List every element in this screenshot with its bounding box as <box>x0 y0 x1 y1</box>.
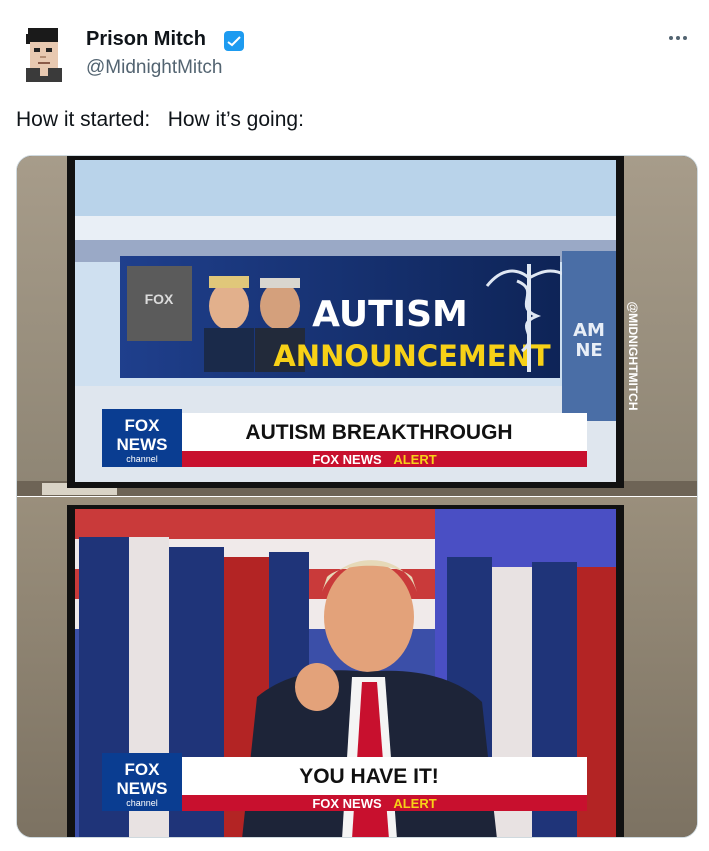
author-handle[interactable]: @MidnightMitch <box>86 56 223 80</box>
side-screen-text-2: NE <box>575 340 602 361</box>
alert-word-bottom: ALERT <box>393 796 436 811</box>
tweet-media[interactable]: FOX AUTISM ANNOUNCEMENT AM NE FOX NEWS c… <box>16 155 698 838</box>
fox-logo-channel-bottom: channel <box>126 798 158 808</box>
verified-badge-icon <box>223 30 245 52</box>
fox-logo-fox: FOX <box>125 416 161 435</box>
fox-logo-news: NEWS <box>117 435 168 454</box>
media-photo-bottom[interactable]: FOX NEWS channel YOU HAVE IT! FOX NEWS A… <box>17 497 697 837</box>
more-options-icon[interactable] <box>663 28 693 48</box>
pixel-avatar-icon <box>26 28 62 82</box>
fox-logo-news-bottom: NEWS <box>117 779 168 798</box>
fox-logo-channel: channel <box>126 454 158 464</box>
alert-word: ALERT <box>393 452 436 467</box>
avatar[interactable] <box>20 26 68 82</box>
studio-logo: FOX <box>145 291 174 307</box>
alert-source-bottom: FOX NEWS <box>312 796 382 811</box>
tweet-text: How it started: How it’s going: <box>16 108 304 131</box>
chyron-headline-bottom: YOU HAVE IT! <box>299 765 439 788</box>
watermark: @MIDNIGHTMITCH <box>626 301 640 410</box>
headline-line1: AUTISM <box>312 294 468 335</box>
side-screen-text-1: AM <box>573 320 605 341</box>
chyron-headline: AUTISM BREAKTHROUGH <box>245 421 512 444</box>
media-photo-top[interactable]: FOX AUTISM ANNOUNCEMENT AM NE FOX NEWS c… <box>17 156 697 496</box>
author-display-name[interactable]: Prison Mitch <box>86 27 206 51</box>
fox-logo-fox-bottom: FOX <box>125 760 161 779</box>
alert-source: FOX NEWS <box>312 452 382 467</box>
headline-line2: ANNOUNCEMENT <box>273 339 550 373</box>
